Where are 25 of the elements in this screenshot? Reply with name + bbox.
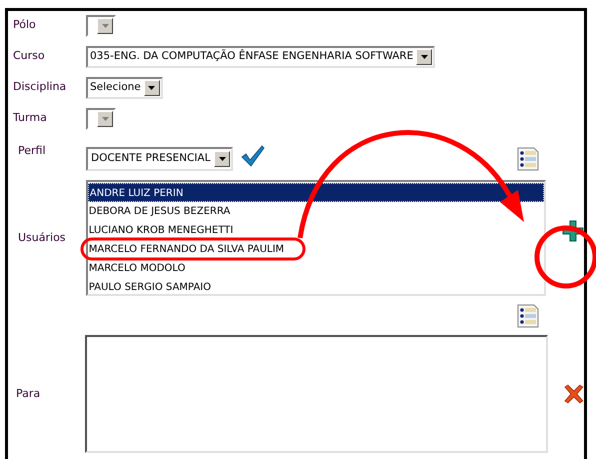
field-label: Pólo — [13, 17, 37, 33]
recipients-field[interactable] — [85, 335, 548, 453]
dropdown[interactable] — [86, 15, 116, 37]
dropdown[interactable]: Selecione — [86, 77, 163, 99]
close-icon[interactable] — [564, 384, 584, 404]
plus-icon[interactable] — [562, 220, 584, 242]
list-icon[interactable] — [517, 304, 539, 328]
user-list-item[interactable]: DEBORA DE JESUS BEZERRA — [88, 202, 544, 221]
field-label: Perfil — [17, 143, 47, 159]
dropdown[interactable]: DOCENTE PRESENCIAL — [86, 147, 234, 171]
field-label: Turma — [13, 110, 48, 126]
user-list-item[interactable]: ANDRE LUIZ PERIN — [88, 183, 544, 202]
field-label: Curso — [13, 48, 46, 64]
dropdown[interactable] — [86, 108, 116, 130]
field-label: Para — [15, 386, 42, 402]
user-list-item[interactable]: LUCIANO KROB MENEGHETTI — [88, 221, 544, 240]
list-icon[interactable] — [517, 147, 539, 171]
field-label: Disciplina — [13, 79, 68, 95]
user-list[interactable]: ANDRE LUIZ PERIN DEBORA DE JESUS BEZERRA LUCIANO KROB MENEGHETTI MARCELO FERNANDO DA SILVA PAULIM MARCELO MODOLO PAULO SERGIO SAMPAIO — [86, 180, 546, 296]
dropdown[interactable]: 035-ENG. DA COMPUTAÇÃO ÊNFASE ENGENHARIA SOFTWARE — [86, 46, 436, 68]
checkmark-icon[interactable] — [241, 145, 266, 167]
field-label: Usuários — [17, 230, 67, 246]
user-list-item[interactable]: PAULO SERGIO SAMPAIO — [88, 278, 544, 297]
user-list-item[interactable]: MARCELO MODOLO — [88, 259, 544, 278]
user-list-item[interactable]: MARCELO FERNANDO DA SILVA PAULIM — [88, 240, 544, 259]
